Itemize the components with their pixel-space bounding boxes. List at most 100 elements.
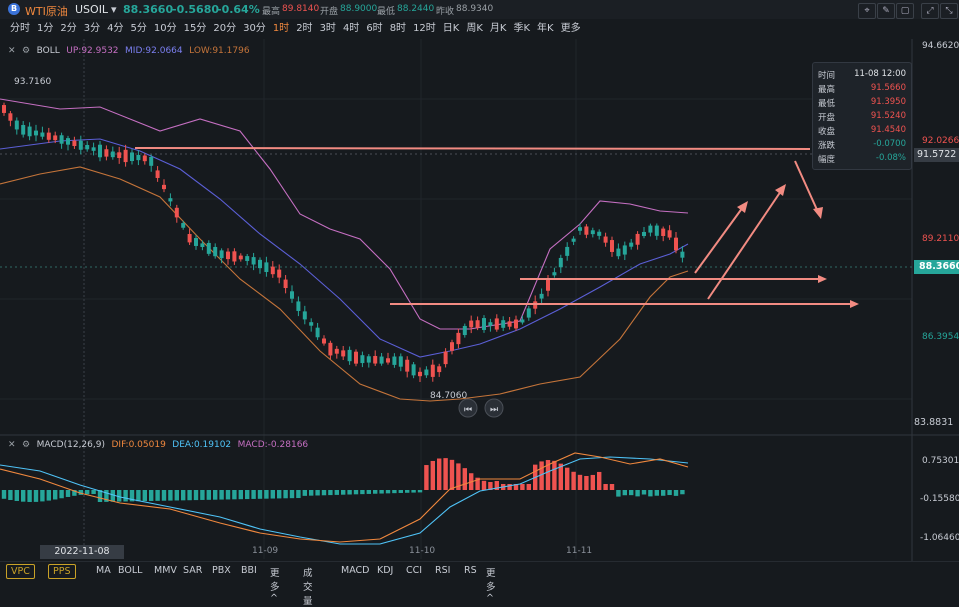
time-tick-3: 11-11 [566, 546, 593, 556]
macd-bar [584, 475, 589, 490]
symbol-code[interactable]: USOIL [75, 3, 108, 16]
macd-bar [520, 484, 525, 490]
timeframe-11[interactable]: 2时 [296, 19, 312, 39]
bottom_bar-main_indicators-0[interactable]: MA [96, 565, 111, 576]
timeframe-1[interactable]: 1分 [37, 19, 53, 39]
prev-close-value: 88.9340 [456, 4, 494, 14]
close-x-icon[interactable]: ✕ [8, 46, 16, 56]
boll-mid-value: MID:92.0664 [125, 46, 183, 56]
bottom_bar-sub_indicators-3[interactable]: CCI [406, 565, 422, 576]
symbol-dropdown-icon[interactable]: ▾ [111, 3, 117, 16]
tooltip-low-label: 最低 [818, 99, 836, 109]
macd-bar [46, 490, 51, 501]
symbol-logo-icon: B [8, 3, 20, 15]
bottom_bar-sub_indicators-0[interactable]: 成交量 [303, 565, 313, 607]
timeframe-14[interactable]: 6时 [366, 19, 382, 39]
macd-histogram-value: MACD:-0.28166 [237, 440, 309, 450]
timeframe-7[interactable]: 15分 [184, 19, 207, 39]
timeframe-18[interactable]: 周K [466, 19, 483, 39]
open-label: 开盘 [320, 7, 339, 17]
pps-toggle[interactable]: PPS [48, 564, 76, 579]
axis-86: 86.3954 [922, 332, 959, 342]
macd-bar [565, 467, 570, 490]
bottom_bar-main_indicators-4[interactable]: PBX [212, 565, 231, 576]
bottom_bar-sub_indicators-4[interactable]: RSI [435, 565, 450, 576]
timeframe-10[interactable]: 1时 [273, 19, 289, 39]
macd-bar [257, 490, 263, 499]
svg-text:⏮: ⏮ [464, 405, 472, 415]
bottom_bar-sub_indicators-6[interactable]: 更多 ^ [486, 565, 496, 604]
timeframe-9[interactable]: 30分 [243, 19, 266, 39]
timeframe-12[interactable]: 3时 [320, 19, 336, 39]
timeframe-17[interactable]: 日K [443, 19, 460, 39]
prev-close-label: 昨收 [436, 7, 455, 17]
macd-bar [91, 490, 96, 495]
macd-bar [238, 490, 243, 500]
macd-bar [552, 460, 557, 490]
bottom_bar-sub_indicators-1[interactable]: MACD [341, 565, 369, 576]
timeframe-4[interactable]: 4分 [107, 19, 123, 39]
gear-icon[interactable]: ⚙ [22, 440, 30, 450]
bottom_bar-sub_indicators-2[interactable]: KDJ [377, 565, 393, 576]
macd-axis-3: -1.06460 [920, 533, 959, 543]
expand-icon[interactable]: ⤢ [921, 3, 939, 19]
timeframe-3[interactable]: 3分 [84, 19, 100, 39]
macd-bar [571, 471, 576, 490]
fullscreen-icon[interactable]: ⤡ [940, 3, 958, 19]
gear-icon[interactable]: ⚙ [22, 46, 30, 56]
macd-bar [411, 490, 416, 493]
macd-bar [85, 490, 90, 495]
macd-bar [14, 490, 19, 501]
macd-bar [353, 490, 359, 495]
bottom_bar-main_indicators-2[interactable]: MMV [154, 565, 177, 576]
axis-92: 92.0266 [922, 136, 959, 146]
square-icon[interactable]: ▢ [896, 3, 914, 19]
close-x-icon[interactable]: ✕ [8, 440, 16, 450]
bottom_bar-main_indicators-3[interactable]: SAR [183, 565, 202, 576]
macd-bar [597, 471, 602, 490]
bottom_bar-main_indicators-6[interactable]: 更多 ^ [270, 565, 280, 604]
crosshair-icon[interactable]: ⌖ [858, 3, 876, 19]
timeframe-20[interactable]: 季K [513, 19, 530, 39]
timeframe-0[interactable]: 分时 [10, 19, 30, 39]
macd-bar [213, 490, 218, 500]
macd-bar [161, 490, 167, 501]
boll-legend: ✕ ⚙ BOLL UP:92.9532 MID:92.0664 LOW:91.1… [8, 43, 250, 56]
vpc-toggle[interactable]: VPC [6, 564, 35, 579]
macd-bar [603, 484, 608, 490]
macd-axis-2: -0.15580 [920, 494, 959, 504]
macd-bar [40, 490, 45, 502]
timeframe-21[interactable]: 年K [537, 19, 554, 39]
bottom_bar-main_indicators-5[interactable]: BBI [241, 565, 257, 576]
timeframe-6[interactable]: 10分 [154, 19, 177, 39]
high-mark: 93.7160 [14, 77, 52, 87]
macd-bar [21, 490, 26, 502]
timeframe-15[interactable]: 8时 [390, 19, 406, 39]
timeframe-8[interactable]: 20分 [213, 19, 236, 39]
macd-bar [424, 465, 429, 490]
time-tick-1: 11-09 [252, 546, 279, 556]
symbol-name[interactable]: WTI原油 [25, 3, 68, 19]
macd-bar [1, 490, 7, 499]
macd-bar [334, 490, 339, 495]
timeframe-5[interactable]: 5分 [131, 19, 147, 39]
timeframe-2[interactable]: 2分 [60, 19, 76, 39]
indicator-bar: VPC PPS MA BOLL MMV SAR PBX BBI 更多 ^ 成交量 MACD KD… [0, 561, 959, 607]
pen-icon[interactable]: ✎ [877, 3, 895, 19]
bottom_bar-sub_indicators-5[interactable]: RS [464, 565, 477, 576]
macd-bar [481, 480, 487, 490]
timeframe-16[interactable]: 12时 [413, 19, 436, 39]
macd-bar [315, 490, 320, 496]
axis-89: 89.2110 [922, 234, 959, 244]
macd-bar [33, 490, 39, 502]
bottom_bar-main_indicators-1[interactable]: BOLL [118, 565, 142, 576]
low-mark: 84.7060 [430, 391, 468, 401]
macd-bar [277, 490, 282, 499]
timeframe-19[interactable]: 月K [490, 19, 507, 39]
svg-text:⏭: ⏭ [490, 405, 498, 415]
axis-bottom: 83.8831 [914, 417, 954, 428]
macd-bar [437, 458, 442, 490]
timeframe-13[interactable]: 4时 [343, 19, 359, 39]
macd-bar [245, 490, 250, 500]
timeframe-22[interactable]: 更多 [561, 19, 581, 39]
